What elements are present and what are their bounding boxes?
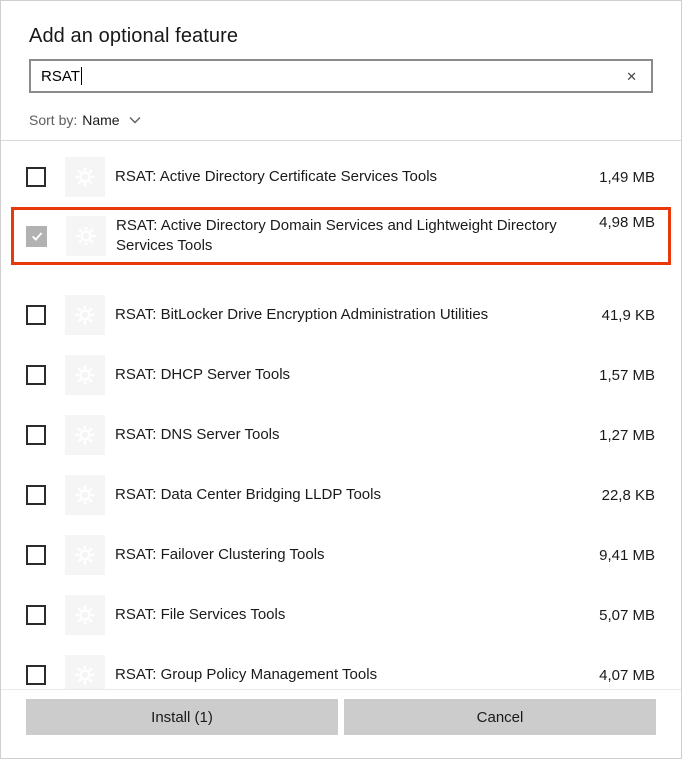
feature-size: 4,07 MB — [599, 666, 655, 684]
app-placeholder-icon — [65, 535, 105, 575]
install-button[interactable]: Install (1) — [26, 699, 338, 735]
app-placeholder-icon — [65, 475, 105, 515]
app-placeholder-icon — [65, 295, 105, 335]
feature-list: RSAT: Active Directory Certificate Servi… — [1, 141, 681, 705]
sort-by-dropdown[interactable]: Sort by: Name — [29, 110, 653, 130]
gear-icon — [75, 545, 95, 565]
feature-row[interactable]: RSAT: Failover Clustering Tools 9,41 MB — [1, 525, 681, 585]
feature-size: 1,49 MB — [599, 168, 655, 186]
app-placeholder-icon — [65, 595, 105, 635]
feature-row[interactable]: RSAT: DHCP Server Tools 1,57 MB — [1, 345, 681, 405]
feature-size: 4,98 MB — [599, 214, 655, 231]
text-cursor — [80, 67, 83, 85]
gear-icon — [75, 425, 95, 445]
gear-icon — [75, 605, 95, 625]
search-input[interactable]: RSAT ✕ — [29, 59, 653, 93]
feature-size: 22,8 KB — [601, 486, 655, 504]
feature-row[interactable]: RSAT: BitLocker Drive Encryption Adminis… — [1, 285, 681, 345]
gear-icon — [75, 485, 95, 505]
feature-row[interactable]: RSAT: Data Center Bridging LLDP Tools 22… — [1, 465, 681, 525]
feature-name: RSAT: Failover Clustering Tools — [115, 546, 325, 563]
feature-name: RSAT: DNS Server Tools — [115, 426, 280, 443]
feature-checkbox[interactable] — [26, 545, 46, 565]
gear-icon — [76, 226, 96, 246]
feature-name: RSAT: DHCP Server Tools — [115, 366, 291, 383]
feature-size: 1,27 MB — [599, 426, 655, 444]
feature-size: 5,07 MB — [599, 606, 655, 624]
feature-checkbox[interactable] — [26, 425, 46, 445]
sort-by-value: Name — [82, 112, 120, 128]
app-placeholder-icon — [65, 157, 105, 197]
checkmark-icon — [31, 232, 42, 241]
feature-checkbox[interactable] — [26, 605, 46, 625]
feature-name: RSAT: File Services Tools — [115, 606, 286, 623]
page-title: Add an optional feature — [29, 25, 239, 47]
gear-icon — [75, 665, 95, 685]
feature-name: RSAT: Active Directory Domain Services a… — [116, 217, 557, 254]
feature-name: RSAT: Data Center Bridging LLDP Tools — [115, 486, 381, 503]
gear-icon — [75, 305, 95, 325]
feature-checkbox[interactable] — [26, 225, 47, 247]
feature-size: 1,57 MB — [599, 366, 655, 384]
feature-size: 9,41 MB — [599, 546, 655, 564]
gear-icon — [75, 167, 95, 187]
feature-checkbox[interactable] — [26, 167, 46, 187]
chevron-down-icon — [129, 116, 141, 124]
cancel-button[interactable]: Cancel — [344, 699, 656, 735]
app-placeholder-icon — [66, 216, 106, 256]
feature-name: RSAT: BitLocker Drive Encryption Adminis… — [115, 306, 489, 323]
app-placeholder-icon — [65, 415, 105, 455]
feature-checkbox[interactable] — [26, 305, 46, 325]
feature-checkbox[interactable] — [26, 485, 46, 505]
feature-row[interactable]: RSAT: Active Directory Certificate Servi… — [1, 147, 681, 207]
feature-row[interactable]: RSAT: DNS Server Tools 1,27 MB — [1, 405, 681, 465]
app-placeholder-icon — [65, 355, 105, 395]
feature-row[interactable]: RSAT: File Services Tools 5,07 MB — [1, 585, 681, 645]
gear-icon — [75, 365, 95, 385]
clear-search-icon[interactable]: ✕ — [622, 68, 641, 85]
feature-checkbox[interactable] — [26, 665, 46, 685]
sort-by-label: Sort by: — [29, 112, 78, 128]
feature-row[interactable]: RSAT: Active Directory Domain Services a… — [11, 207, 671, 265]
add-optional-feature-dialog: Add an optional feature RSAT ✕ Sort by: … — [0, 0, 682, 759]
search-input-value: RSAT — [41, 67, 80, 85]
feature-name: RSAT: Group Policy Management Tools — [115, 666, 378, 683]
feature-size: 41,9 KB — [601, 306, 655, 324]
feature-name: RSAT: Active Directory Certificate Servi… — [115, 168, 438, 185]
footer-bar: Install (1) Cancel — [1, 689, 681, 758]
feature-checkbox[interactable] — [26, 365, 46, 385]
